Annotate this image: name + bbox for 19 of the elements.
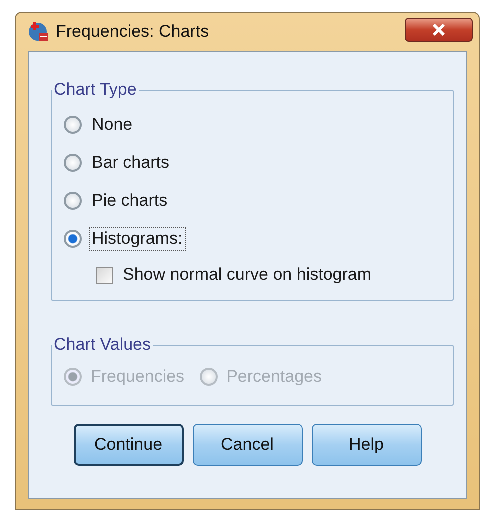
app-icon [28,21,50,43]
radio-button[interactable] [64,230,82,248]
radio-label[interactable]: Bar charts [89,151,172,175]
checkbox-label[interactable]: Show normal curve on histogram [120,263,375,287]
group-title: Chart Type [53,80,138,100]
close-icon [432,24,446,36]
window-title: Frequencies: Charts [56,22,210,42]
group-title: Chart Values [53,335,152,355]
radio-label[interactable]: Pie charts [89,189,171,213]
radio-button[interactable] [64,116,82,134]
dialog-button[interactable]: Help [312,424,422,466]
dialog-button[interactable]: Continue [74,424,184,466]
radio-button[interactable] [64,154,82,172]
radio-label[interactable]: None [89,113,136,137]
dialog-button[interactable]: Cancel [192,424,302,466]
radio-button[interactable] [64,192,82,210]
radio-label[interactable]: Histograms: [89,227,186,251]
close-button[interactable] [405,18,473,42]
checkbox[interactable] [96,266,113,284]
